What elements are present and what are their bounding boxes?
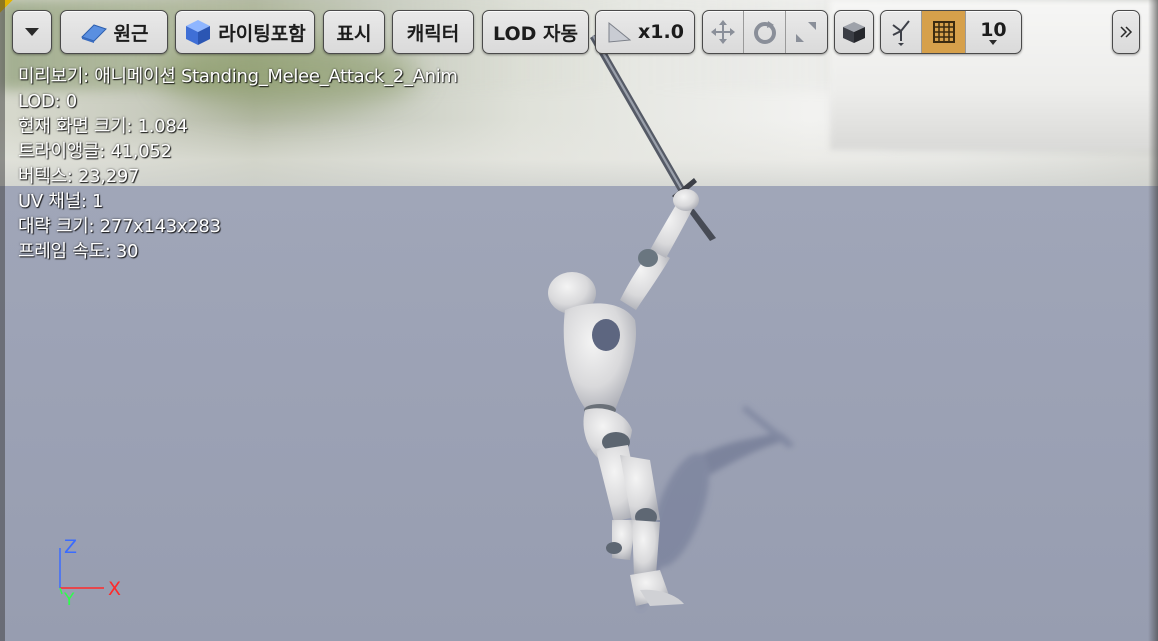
scale-tool-button[interactable] [786, 11, 827, 53]
animation-preview-viewport[interactable]: 원근 라이팅포함 표시 캐릭터 LOD 자동 x1.0 10 미리보기: 애니메… [0, 0, 1158, 641]
axis-y-label: Y [64, 590, 75, 610]
viewport-left-border [0, 0, 5, 641]
perspective-label: 원근 [113, 22, 149, 45]
grid-snap-toggle[interactable] [922, 11, 966, 53]
sword [590, 34, 716, 241]
lod-button[interactable]: LOD 자동 [482, 10, 589, 54]
stat-approx-size: 대략 크기: 277x143x283 [18, 216, 221, 237]
lighting-mode-button[interactable]: 라이팅포함 [175, 10, 315, 54]
character-label: 캐릭터 [406, 22, 460, 45]
stat-lod: LOD: 0 [18, 91, 77, 112]
lit-cube-icon [186, 20, 211, 45]
viewport-options-button[interactable] [12, 10, 52, 54]
stat-vertices: 버텍스: 23,297 [18, 166, 140, 187]
surface-snap-icon [892, 20, 910, 46]
stat-screen-size: 현재 화면 크기: 1.084 [18, 116, 188, 137]
stat-preview-animation: 미리보기: 애니메이션 Standing_Melee_Attack_2_Anim [18, 66, 458, 87]
show-button[interactable]: 표시 [323, 10, 385, 54]
lod-label: LOD 자동 [493, 22, 578, 45]
stat-framerate: 프레임 속도: 30 [18, 241, 139, 262]
grid-icon [932, 21, 955, 43]
axis-gizmo: Z X Y [54, 536, 134, 616]
show-label: 표시 [336, 22, 372, 45]
viewport-toolbar: 원근 라이팅포함 표시 캐릭터 LOD 자동 x1.0 10 [12, 10, 1146, 56]
play-icon [608, 21, 632, 43]
playback-speed-label: x1.0 [638, 21, 684, 43]
grid-size-value: 10 [980, 18, 1007, 41]
transform-mode-group [702, 10, 828, 54]
perspective-icon [80, 24, 107, 43]
stat-triangles: 트라이앵글: 41,052 [18, 141, 172, 162]
scale-icon [796, 22, 817, 42]
perspective-button[interactable]: 원근 [60, 10, 168, 54]
stat-uv-channels: UV 채널: 1 [18, 191, 104, 212]
axis-z-label: Z [64, 536, 78, 558]
rotate-icon [753, 21, 776, 44]
playback-speed-button[interactable]: x1.0 [595, 10, 695, 54]
chevron-down-icon [25, 28, 39, 36]
camera-speed-button[interactable] [834, 10, 874, 54]
move-icon [711, 20, 736, 44]
grid-snap-group: 10 [880, 10, 1022, 54]
viewport-stats-overlay: 미리보기: 애니메이션 Standing_Melee_Attack_2_Anim… [18, 64, 458, 264]
camera-cube-icon [843, 22, 865, 43]
viewport-right-border [1148, 0, 1158, 641]
character-button[interactable]: 캐릭터 [392, 10, 474, 54]
axis-x-label: X [108, 578, 122, 600]
chevron-down-icon [989, 39, 998, 45]
move-tool-button[interactable] [703, 11, 745, 53]
toolbar-overflow-button[interactable] [1112, 10, 1140, 54]
rotate-tool-button[interactable] [744, 11, 786, 53]
double-chevron-right-icon [1120, 26, 1133, 38]
grid-size-dropdown[interactable]: 10 [966, 11, 1021, 53]
lighting-label: 라이팅포함 [218, 22, 306, 45]
surface-snap-button[interactable] [881, 11, 923, 53]
